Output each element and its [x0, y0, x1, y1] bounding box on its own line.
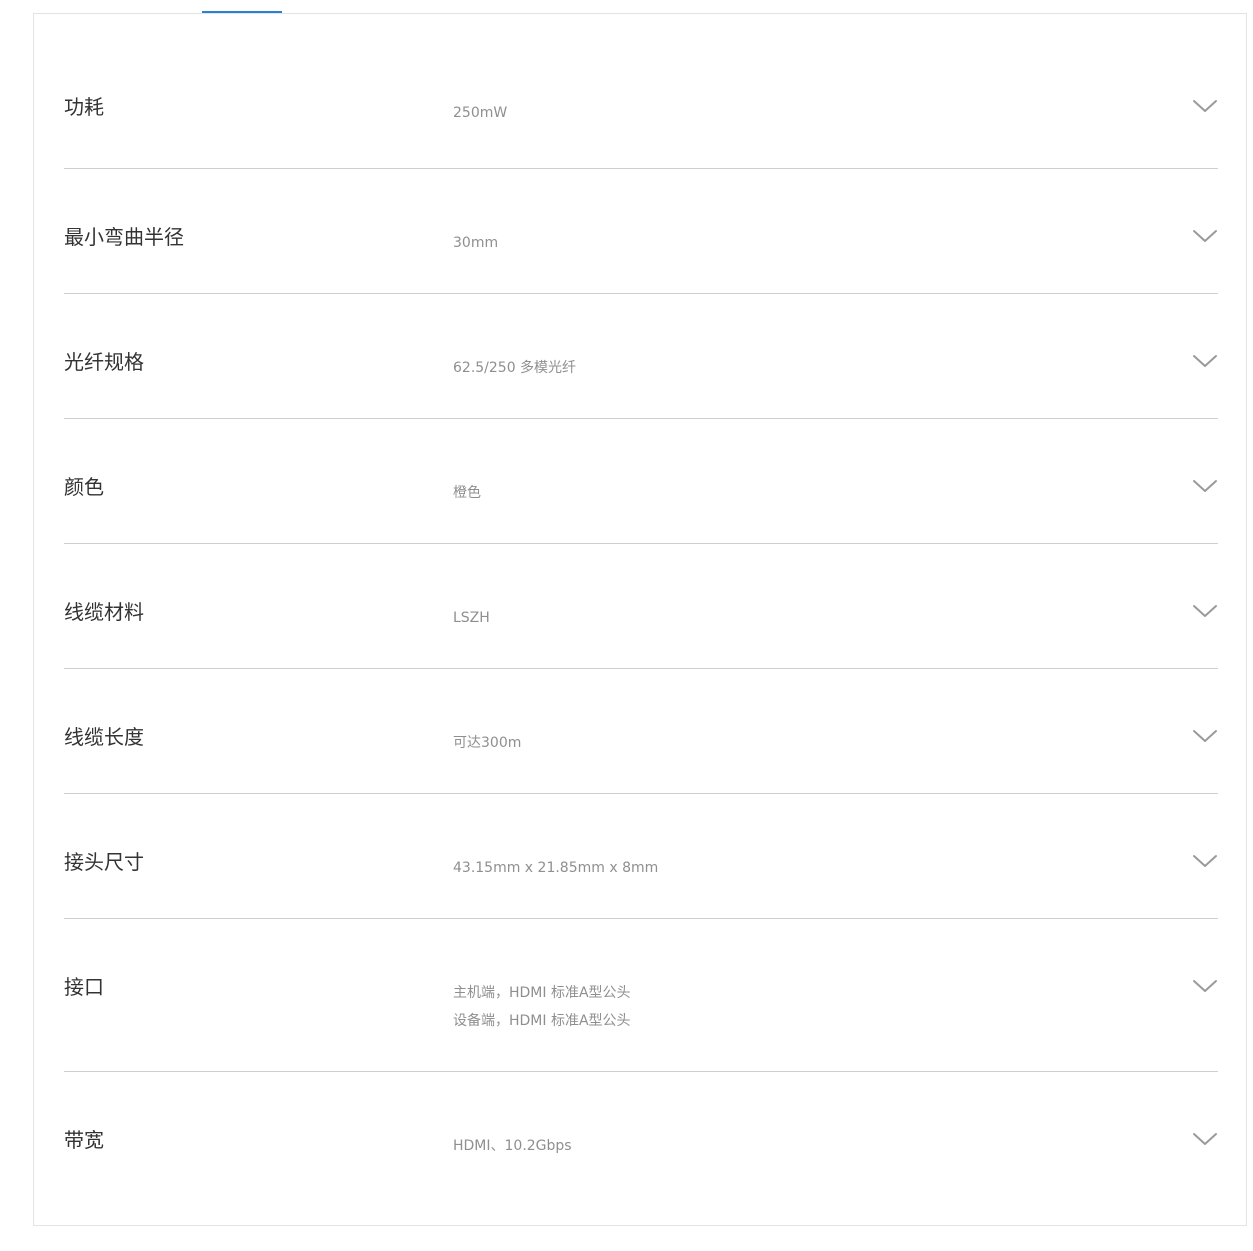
spec-value: 主机端，HDMI 标准A型公头 设备端，HDMI 标准A型公头 — [453, 979, 631, 1035]
spec-row[interactable]: 线缆长度 可达300m — [64, 669, 1218, 794]
spec-label: 线缆长度 — [64, 725, 144, 749]
spec-row[interactable]: 光纤规格 62.5/250 多模光纤 — [64, 294, 1218, 419]
spec-label: 功耗 — [64, 95, 104, 119]
spec-label: 颜色 — [64, 475, 104, 499]
spec-panel: 功耗 250mW 最小弯曲半径 30mm 光纤规格 62.5/250 多模光纤颜色 橙色线缆… — [33, 13, 1247, 1226]
spec-row[interactable]: 最小弯曲半径 30mm — [64, 169, 1218, 294]
spec-value-line: 62.5/250 多模光纤 — [453, 360, 577, 376]
spec-row[interactable]: 带宽 HDMI、10.2Gbps — [64, 1072, 1218, 1222]
chevron-down-icon[interactable] — [1192, 1131, 1218, 1147]
chevron-down-icon[interactable] — [1192, 603, 1218, 619]
spec-label: 接口 — [64, 975, 104, 999]
chevron-down-icon[interactable] — [1192, 853, 1218, 869]
spec-row[interactable]: 颜色 橙色 — [64, 419, 1218, 544]
spec-label: 最小弯曲半径 — [64, 225, 184, 249]
spec-value-line: 可达300m — [453, 735, 522, 751]
spec-value: 可达300m — [453, 729, 521, 757]
chevron-down-icon[interactable] — [1192, 978, 1218, 994]
spec-label: 光纤规格 — [64, 350, 144, 374]
spec-label: 带宽 — [64, 1128, 104, 1152]
spec-row[interactable]: 接口 主机端，HDMI 标准A型公头 设备端，HDMI 标准A型公头 — [64, 919, 1218, 1072]
spec-value-line: HDMI、10.2Gbps — [453, 1138, 572, 1154]
spec-value: 30mm — [453, 229, 498, 257]
spec-value: 橙色 — [453, 479, 481, 507]
chevron-down-icon[interactable] — [1192, 353, 1218, 369]
spec-value: HDMI、10.2Gbps — [453, 1132, 572, 1160]
spec-value: 250mW — [453, 99, 507, 127]
chevron-down-icon[interactable] — [1192, 228, 1218, 244]
spec-value: LSZH — [453, 604, 490, 632]
spec-row[interactable]: 接头尺寸 43.15mm x 21.85mm x 8mm — [64, 794, 1218, 919]
spec-label: 线缆材料 — [64, 600, 144, 624]
spec-value-line: 橙色 — [453, 485, 481, 501]
spec-value: 62.5/250 多模光纤 — [453, 354, 576, 382]
spec-value-line: 43.15mm x 21.85mm x 8mm — [453, 860, 659, 876]
spec-row[interactable]: 功耗 250mW — [64, 14, 1218, 169]
spec-label: 接头尺寸 — [64, 850, 144, 874]
spec-value-line: LSZH — [453, 610, 490, 626]
chevron-down-icon[interactable] — [1192, 728, 1218, 744]
spec-value-line: 250mW — [453, 105, 508, 121]
chevron-down-icon[interactable] — [1192, 98, 1218, 114]
spec-value-line: 设备端，HDMI 标准A型公头 — [453, 1013, 631, 1029]
chevron-down-icon[interactable] — [1192, 478, 1218, 494]
spec-value-line: 30mm — [453, 235, 499, 251]
spec-row[interactable]: 线缆材料 LSZH — [64, 544, 1218, 669]
spec-value: 43.15mm x 21.85mm x 8mm — [453, 854, 658, 882]
spec-value-line: 主机端，HDMI 标准A型公头 — [453, 985, 631, 1001]
